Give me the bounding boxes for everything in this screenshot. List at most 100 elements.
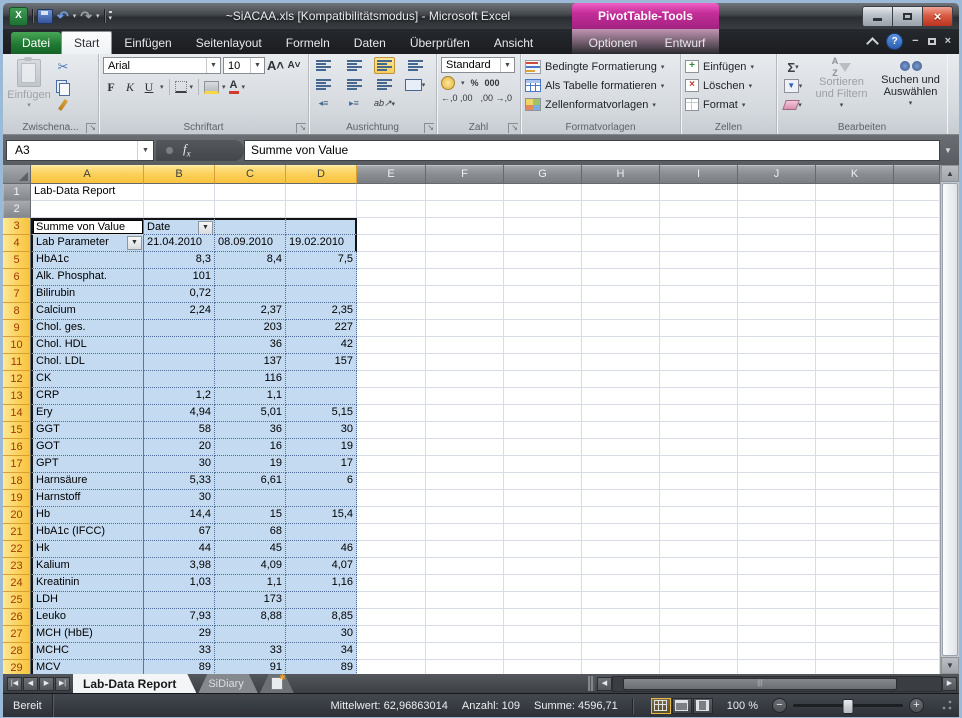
cell-I9[interactable] xyxy=(660,320,738,337)
number-format-select[interactable]: Standard ▼ xyxy=(441,57,515,73)
cell-I23[interactable] xyxy=(660,558,738,575)
first-sheet-icon[interactable]: |◀ xyxy=(7,677,22,691)
cell-C21[interactable]: 68 xyxy=(215,524,286,541)
cell-J5[interactable] xyxy=(738,252,816,269)
row-header-8[interactable]: 8 xyxy=(3,303,31,320)
cell-K14[interactable] xyxy=(816,405,894,422)
cell-J24[interactable] xyxy=(738,575,816,592)
cell-A22[interactable]: Hk xyxy=(31,541,144,558)
cell-J3[interactable] xyxy=(738,218,816,235)
cell-H24[interactable] xyxy=(582,575,660,592)
cell-J25[interactable] xyxy=(738,592,816,609)
cell-H3[interactable] xyxy=(582,218,660,235)
cell-B20[interactable]: 14,4 xyxy=(144,507,215,524)
sheet-tab-lab-data-report[interactable]: Lab-Data Report xyxy=(73,674,196,693)
cell-E16[interactable] xyxy=(357,439,426,456)
name-box[interactable]: A3 ▼ xyxy=(6,140,154,161)
cell-I4[interactable] xyxy=(660,235,738,252)
cell-E27[interactable] xyxy=(357,626,426,643)
row-header-13[interactable]: 13 xyxy=(3,388,31,405)
cell-E24[interactable] xyxy=(357,575,426,592)
cell-H10[interactable] xyxy=(582,337,660,354)
cell-A3[interactable]: Summe von Value xyxy=(31,218,144,235)
cell-G8[interactable] xyxy=(504,303,582,320)
cell-B16[interactable]: 20 xyxy=(144,439,215,456)
tab-datei[interactable]: Datei xyxy=(11,32,61,54)
cell-D3[interactable] xyxy=(286,218,357,235)
cell-H21[interactable] xyxy=(582,524,660,541)
cell-H28[interactable] xyxy=(582,643,660,660)
cell-C4[interactable]: 08.09.2010 xyxy=(215,235,286,252)
cell-C10[interactable]: 36 xyxy=(215,337,286,354)
cell-C7[interactable] xyxy=(215,286,286,303)
cell-E19[interactable] xyxy=(357,490,426,507)
cell-J16[interactable] xyxy=(738,439,816,456)
cell-F17[interactable] xyxy=(426,456,504,473)
cell-D5[interactable]: 7,5 xyxy=(286,252,357,269)
collapse-ribbon-icon[interactable] xyxy=(866,37,879,50)
cell-D11[interactable]: 157 xyxy=(286,354,357,371)
cell-D8[interactable]: 2,35 xyxy=(286,303,357,320)
cell-G14[interactable] xyxy=(504,405,582,422)
cell-A27[interactable]: MCH (HbE) xyxy=(31,626,144,643)
cell-K24[interactable] xyxy=(816,575,894,592)
align-left-button[interactable] xyxy=(313,76,334,93)
cell-C2[interactable] xyxy=(215,201,286,218)
grow-font-button[interactable]: A˄ xyxy=(267,58,284,74)
cell-H9[interactable] xyxy=(582,320,660,337)
cell-K1[interactable] xyxy=(816,184,894,201)
row-header-5[interactable]: 5 xyxy=(3,252,31,269)
shrink-font-button[interactable]: A˅ xyxy=(286,58,302,74)
cell-I2[interactable] xyxy=(660,201,738,218)
cell-A6[interactable]: Alk. Phosphat. xyxy=(31,269,144,286)
cell-B19[interactable]: 30 xyxy=(144,490,215,507)
cell-F11[interactable] xyxy=(426,354,504,371)
cell-F8[interactable] xyxy=(426,303,504,320)
cell-I21[interactable] xyxy=(660,524,738,541)
autosum-button[interactable]: Σ▾ xyxy=(783,59,803,75)
cell-J20[interactable] xyxy=(738,507,816,524)
tab-formeln[interactable]: Formeln xyxy=(274,32,342,54)
cell-H19[interactable] xyxy=(582,490,660,507)
cell-D19[interactable] xyxy=(286,490,357,507)
cell-K12[interactable] xyxy=(816,371,894,388)
cell-K10[interactable] xyxy=(816,337,894,354)
column-header-H[interactable]: H xyxy=(582,165,660,184)
cell-C16[interactable]: 16 xyxy=(215,439,286,456)
cell-K21[interactable] xyxy=(816,524,894,541)
borders-dropdown-icon[interactable]: ▾ xyxy=(190,83,194,91)
cell-I24[interactable] xyxy=(660,575,738,592)
cell-A18[interactable]: Harnsäure xyxy=(31,473,144,490)
row-header-18[interactable]: 18 xyxy=(3,473,31,490)
cell-G27[interactable] xyxy=(504,626,582,643)
tab-splitter[interactable] xyxy=(588,676,595,691)
font-family-dropdown-icon[interactable]: ▼ xyxy=(206,58,220,73)
scroll-up-icon[interactable]: ▲ xyxy=(941,165,959,182)
orientation-button[interactable]: ab↗▾ xyxy=(374,95,395,112)
row-header-2[interactable]: 2 xyxy=(3,201,31,218)
cell-K7[interactable] xyxy=(816,286,894,303)
cell-G1[interactable] xyxy=(504,184,582,201)
cell-K13[interactable] xyxy=(816,388,894,405)
cell-E7[interactable] xyxy=(357,286,426,303)
cell-B25[interactable] xyxy=(144,592,215,609)
cell-B10[interactable] xyxy=(144,337,215,354)
cell-B29[interactable]: 89 xyxy=(144,660,215,674)
cell-E25[interactable] xyxy=(357,592,426,609)
number-format-dropdown-icon[interactable]: ▼ xyxy=(500,58,514,72)
cell-A11[interactable]: Chol. LDL xyxy=(31,354,144,371)
cell-C6[interactable] xyxy=(215,269,286,286)
cell-F24[interactable] xyxy=(426,575,504,592)
cell-H23[interactable] xyxy=(582,558,660,575)
cell-K17[interactable] xyxy=(816,456,894,473)
cell-B1[interactable] xyxy=(144,184,215,201)
cell-E4[interactable] xyxy=(357,235,426,252)
currency-format-icon[interactable] xyxy=(441,76,455,90)
cell-A17[interactable]: GPT xyxy=(31,456,144,473)
vertical-scroll-thumb[interactable] xyxy=(942,183,958,656)
cell-A23[interactable]: Kalium xyxy=(31,558,144,575)
close-button[interactable]: × xyxy=(922,6,953,27)
cell-I5[interactable] xyxy=(660,252,738,269)
cell-H11[interactable] xyxy=(582,354,660,371)
column-header-I[interactable]: I xyxy=(660,165,738,184)
